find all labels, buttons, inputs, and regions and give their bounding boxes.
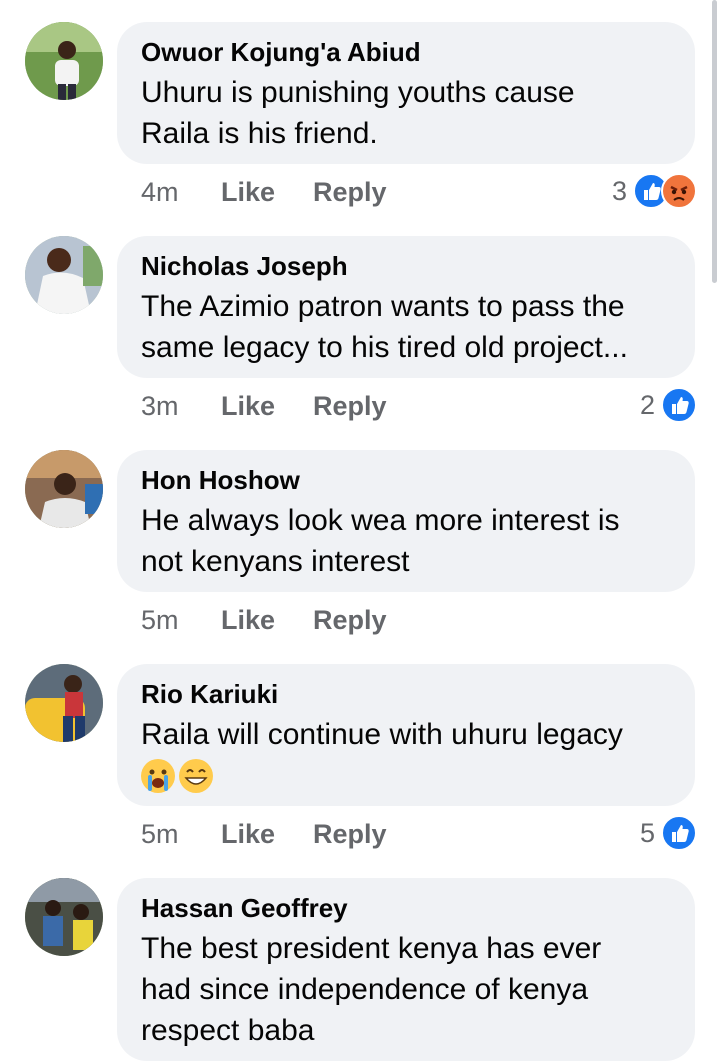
timestamp[interactable]: 3m	[141, 391, 221, 422]
timestamp[interactable]: 5m	[141, 819, 221, 850]
like-icon	[661, 815, 697, 851]
comment-actions: 3m Like Reply	[141, 391, 387, 422]
reply-button[interactable]: Reply	[313, 177, 387, 208]
like-button[interactable]: Like	[221, 177, 313, 208]
avatar[interactable]	[25, 450, 103, 528]
scrollbar[interactable]	[712, 0, 717, 283]
reaction-count: 5	[639, 817, 655, 848]
comment-bubble: Rio Kariuki Raila will continue with uhu…	[117, 664, 695, 806]
commenter-name[interactable]: Nicholas Joseph	[141, 250, 671, 282]
reaction-count: 3	[611, 175, 627, 206]
reaction-summary[interactable]: 3	[612, 173, 697, 209]
commenter-name[interactable]: Rio Kariuki	[141, 678, 671, 710]
comment-actions: 4m Like Reply	[141, 177, 387, 208]
like-button[interactable]: Like	[221, 605, 313, 636]
reply-button[interactable]: Reply	[313, 819, 387, 850]
comment-bubble: Owuor Kojung'a Abiud Uhuru is punishing …	[117, 22, 695, 164]
reaction-summary[interactable]: 2	[640, 387, 697, 423]
comment-text: The best president kenya has ever had si…	[141, 932, 602, 1047]
timestamp[interactable]: 4m	[141, 177, 221, 208]
comment-actions: 5m Like Reply	[141, 605, 387, 636]
reply-button[interactable]: Reply	[313, 391, 387, 422]
commenter-name[interactable]: Hassan Geoffrey	[141, 892, 671, 924]
reaction-count: 2	[639, 389, 655, 420]
commenter-name[interactable]: Hon Hoshow	[141, 464, 671, 496]
comment-bubble: Hon Hoshow He always look wea more inter…	[117, 450, 695, 592]
reaction-summary[interactable]: 5	[640, 815, 697, 851]
avatar[interactable]	[25, 664, 103, 742]
comment-text: Uhuru is punishing youths cause Raila is…	[141, 76, 575, 150]
reply-button[interactable]: Reply	[313, 605, 387, 636]
comment-text: Raila will continue with uhuru legacy	[141, 714, 671, 796]
like-button[interactable]: Like	[221, 819, 313, 850]
commenter-name[interactable]: Owuor Kojung'a Abiud	[141, 36, 671, 68]
grinning-face-emoji	[179, 758, 213, 793]
crying-face-emoji	[141, 758, 175, 793]
like-icon	[661, 387, 697, 423]
timestamp[interactable]: 5m	[141, 605, 221, 636]
avatar[interactable]	[25, 878, 103, 956]
comment-bubble: Nicholas Joseph The Azimio patron wants …	[117, 236, 695, 378]
comment-text: The Azimio patron wants to pass the same…	[141, 290, 628, 364]
emoji-line	[141, 755, 671, 796]
like-button[interactable]: Like	[221, 391, 313, 422]
avatar[interactable]	[25, 22, 103, 100]
comment-text: He always look wea more interest is not …	[141, 504, 620, 578]
angry-icon	[661, 173, 697, 209]
comment-bubble: Hassan Geoffrey The best president kenya…	[117, 878, 695, 1061]
avatar[interactable]	[25, 236, 103, 314]
comment-actions: 5m Like Reply	[141, 819, 387, 850]
